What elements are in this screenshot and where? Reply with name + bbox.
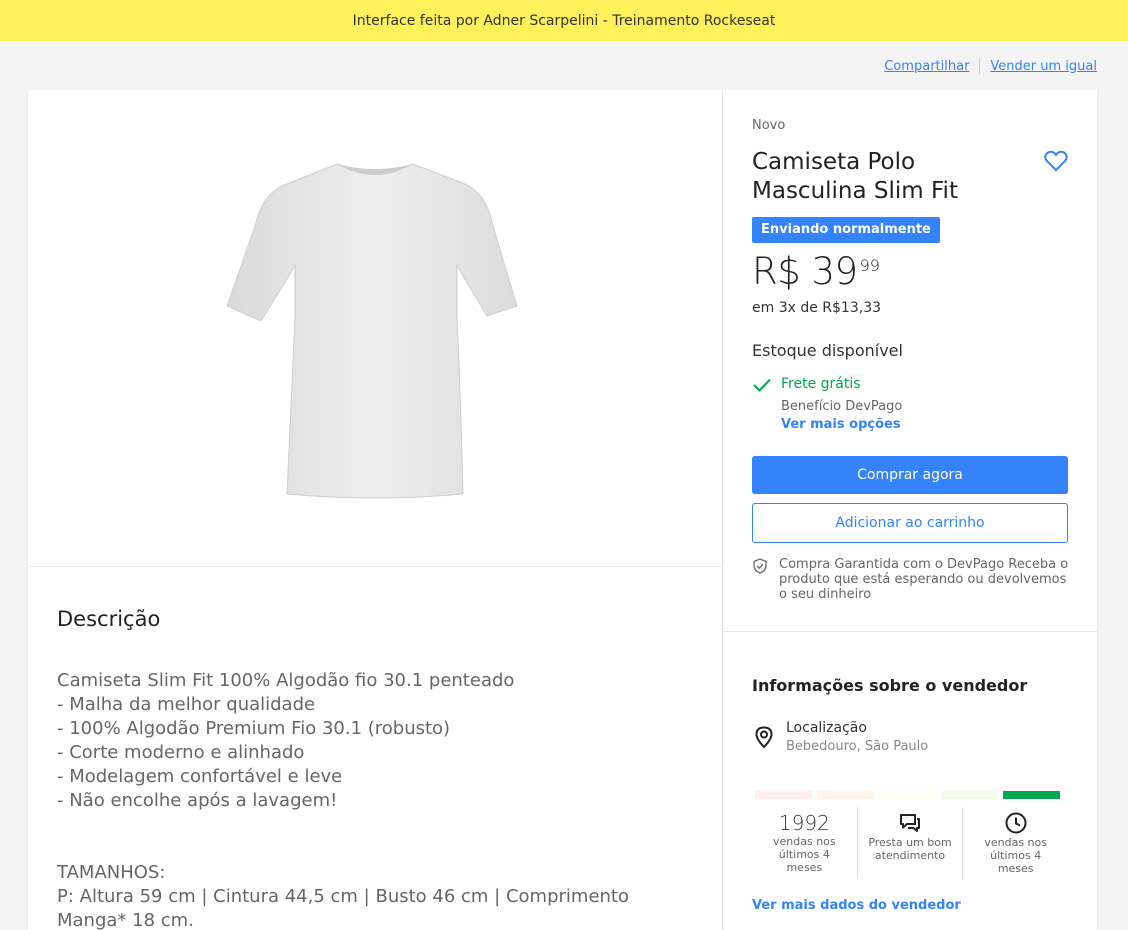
check-icon xyxy=(753,378,771,392)
price: R$ 39 99 xyxy=(752,250,880,293)
seller-stats: 1992 vendas nos últimos 4 meses Presta u… xyxy=(752,807,1068,879)
seller-info-heading: Informações sobre o vendedor xyxy=(752,676,1028,695)
link-divider xyxy=(979,58,981,74)
sizes-heading: TAMANHOS: xyxy=(57,862,166,883)
add-to-cart-button[interactable]: Adicionar ao carrinho xyxy=(752,503,1068,543)
buy-now-button[interactable]: Comprar agora xyxy=(752,456,1068,494)
location-pin-icon xyxy=(755,726,773,749)
reputation-level-1 xyxy=(755,791,812,799)
description-line: - Modelagem confortável e leve xyxy=(57,766,343,787)
header-links: Compartilhar Vender um igual xyxy=(884,58,1097,74)
reputation-level-3 xyxy=(879,791,936,799)
section-divider xyxy=(723,631,1097,632)
shield-check-icon xyxy=(753,558,767,574)
purchase-guarantee-text: Compra Garantida com o DevPago Receba o … xyxy=(779,557,1069,602)
price-main: R$ 39 xyxy=(752,250,858,293)
share-link[interactable]: Compartilhar xyxy=(884,59,969,74)
delivery-stat: vendas nos últimos 4 meses xyxy=(962,807,1068,879)
column-divider xyxy=(722,90,723,930)
delivery-caption: vendas nos últimos 4 meses xyxy=(984,836,1047,875)
reputation-thermometer xyxy=(755,791,1060,799)
installments-text: em 3x de R$13,33 xyxy=(752,300,882,316)
product-title: Camiseta Polo Masculina Slim Fit xyxy=(752,149,958,204)
description-line: Camiseta Slim Fit 100% Algodão fio 30.1 … xyxy=(57,670,515,691)
tshirt-image[interactable] xyxy=(225,156,525,501)
more-options-link[interactable]: Ver mais opções xyxy=(781,417,901,432)
sales-stat: 1992 vendas nos últimos 4 meses xyxy=(752,807,857,879)
description-heading: Descrição xyxy=(57,607,161,631)
description-line: - Corte moderno e alinhado xyxy=(57,742,305,763)
sell-similar-link[interactable]: Vender um igual xyxy=(990,59,1097,74)
top-banner: Interface feita por Adner Scarpelini - T… xyxy=(0,0,1128,41)
service-caption: Presta um bom atendimento xyxy=(868,836,952,862)
free-shipping-label: Frete grátis xyxy=(781,376,861,392)
reputation-level-5 xyxy=(1003,791,1060,799)
reputation-level-2 xyxy=(817,791,874,799)
service-stat: Presta um bom atendimento xyxy=(856,807,963,879)
chat-icon xyxy=(900,814,920,832)
product-card: Descrição Camiseta Slim Fit 100% Algodão… xyxy=(28,90,1097,930)
stock-status: Estoque disponível xyxy=(752,341,903,360)
reputation-level-4 xyxy=(941,791,998,799)
condition-label: Novo xyxy=(752,118,786,133)
description-line: - Não encolhe após a lavagem! xyxy=(57,790,338,811)
product-image-area xyxy=(28,90,722,567)
location-value: Bebedouro, São Paulo xyxy=(786,739,929,754)
banner-text: Interface feita por Adner Scarpelini - T… xyxy=(352,12,776,29)
description-line: - 100% Algodão Premium Fio 30.1 (robusto… xyxy=(57,718,451,739)
clock-icon xyxy=(1005,812,1027,834)
sales-caption: vendas nos últimos 4 meses xyxy=(773,835,836,874)
price-cents: 99 xyxy=(859,256,880,275)
sizes-line: Manga* 18 cm. xyxy=(57,910,194,930)
description-section: Descrição Camiseta Slim Fit 100% Algodão… xyxy=(57,607,677,930)
location-label: Localização xyxy=(786,720,867,736)
heart-icon[interactable] xyxy=(1044,150,1068,172)
description-line: - Malha da melhor qualidade xyxy=(57,694,316,715)
sales-count: 1992 xyxy=(778,811,830,835)
benefit-label: Benefício DevPago xyxy=(781,399,903,414)
more-seller-data-link[interactable]: Ver mais dados do vendedor xyxy=(752,898,961,913)
shipping-status-badge: Enviando normalmente xyxy=(752,217,940,243)
sizes-line: P: Altura 59 cm | Cintura 44,5 cm | Bust… xyxy=(57,886,629,907)
